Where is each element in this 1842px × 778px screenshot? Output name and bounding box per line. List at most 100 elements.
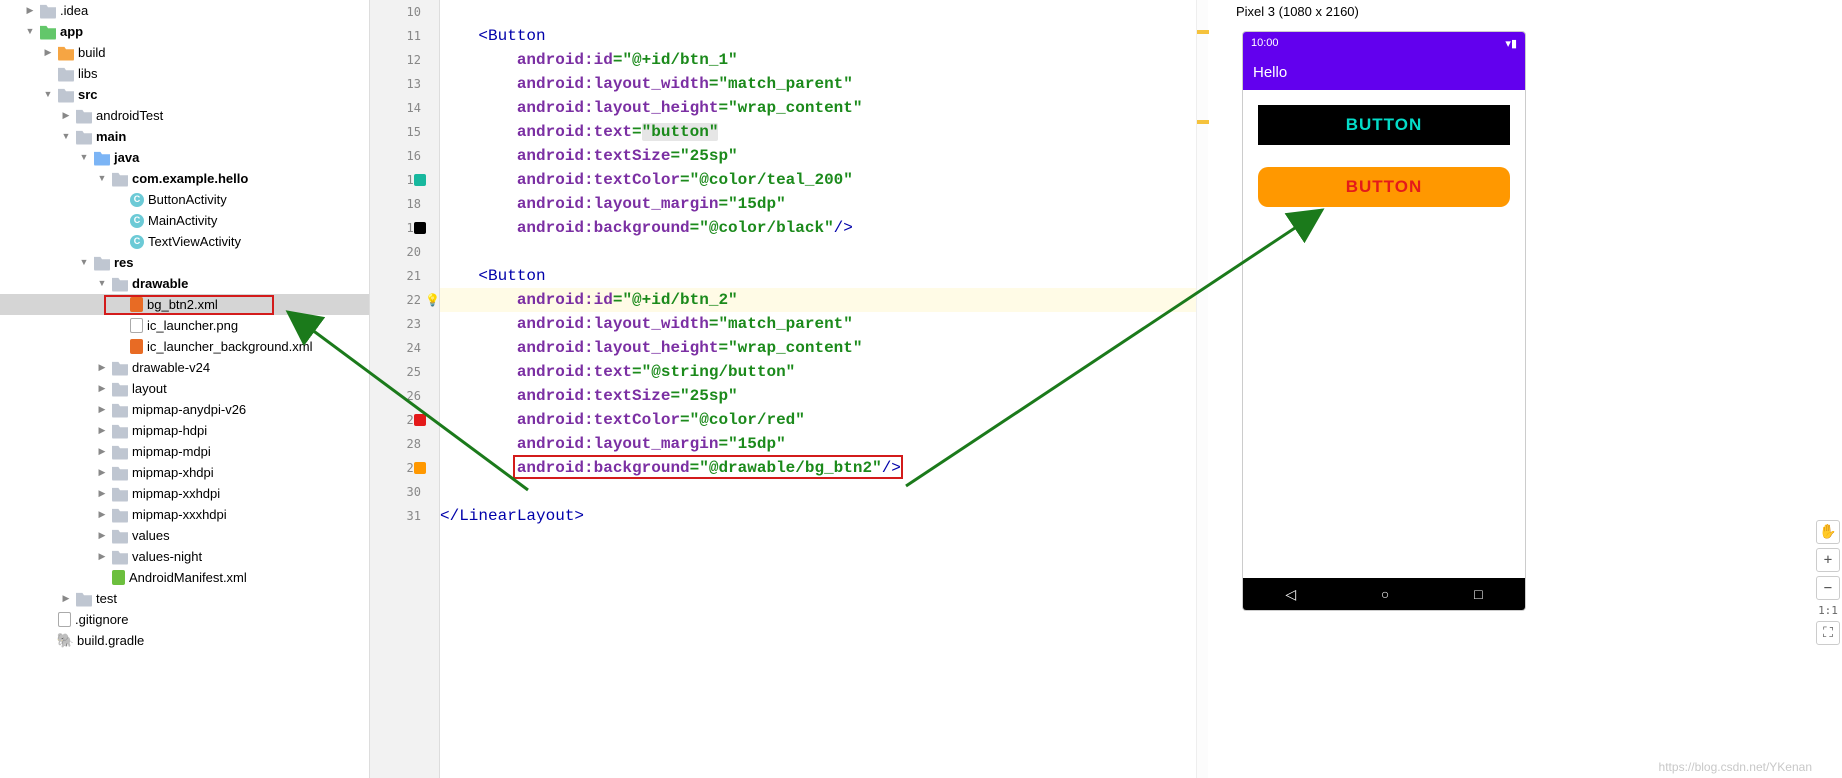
gutter-line[interactable]: 21 bbox=[370, 264, 439, 288]
gutter-line[interactable]: 18 bbox=[370, 192, 439, 216]
tree-item-values-night[interactable]: ▶values-night bbox=[0, 546, 369, 567]
gutter-line[interactable]: 14 bbox=[370, 96, 439, 120]
tree-item--gitignore[interactable]: ▶.gitignore bbox=[0, 609, 369, 630]
gutter-line[interactable]: 22💡 bbox=[370, 288, 439, 312]
tree-item-mipmap-anydpi-v26[interactable]: ▶mipmap-anydpi-v26 bbox=[0, 399, 369, 420]
chevron-right-icon[interactable]: ▶ bbox=[42, 42, 54, 63]
code-line[interactable] bbox=[440, 480, 1200, 504]
tree-item-main[interactable]: ▼main bbox=[0, 126, 369, 147]
gutter-line[interactable]: 10 bbox=[370, 0, 439, 24]
tree-item-app[interactable]: ▼app bbox=[0, 21, 369, 42]
gutter-line[interactable]: 30 bbox=[370, 480, 439, 504]
tree-item-textviewactivity[interactable]: ▶CTextViewActivity bbox=[0, 231, 369, 252]
code-line[interactable]: android:layout_height="wrap_content" bbox=[440, 96, 1200, 120]
chevron-down-icon[interactable]: ▼ bbox=[96, 273, 108, 294]
tree-item-build[interactable]: ▶build bbox=[0, 42, 369, 63]
chevron-right-icon[interactable]: ▶ bbox=[24, 0, 36, 21]
gutter-line[interactable]: 16 bbox=[370, 144, 439, 168]
tree-item-layout[interactable]: ▶layout bbox=[0, 378, 369, 399]
preview-button-2[interactable]: BUTTON bbox=[1258, 167, 1510, 207]
pan-tool-button[interactable]: ✋ bbox=[1816, 520, 1840, 544]
tree-item-androidmanifest-xml[interactable]: ▶AndroidManifest.xml bbox=[0, 567, 369, 588]
code-line[interactable]: android:layout_width="match_parent" bbox=[440, 72, 1200, 96]
tree-item-libs[interactable]: ▶libs bbox=[0, 63, 369, 84]
tree-item-drawable-v24[interactable]: ▶drawable-v24 bbox=[0, 357, 369, 378]
gutter-line[interactable]: 28 bbox=[370, 432, 439, 456]
chevron-down-icon[interactable]: ▼ bbox=[96, 168, 108, 189]
code-line[interactable]: android:background="@color/black"/> bbox=[440, 216, 1200, 240]
tree-item-src[interactable]: ▼src bbox=[0, 84, 369, 105]
code-line[interactable] bbox=[440, 240, 1200, 264]
code-line[interactable]: android:text="button" bbox=[440, 120, 1200, 144]
chevron-down-icon[interactable]: ▼ bbox=[78, 147, 90, 168]
code-line[interactable]: android:textColor="@color/red" bbox=[440, 408, 1200, 432]
code-line[interactable]: android:textColor="@color/teal_200" bbox=[440, 168, 1200, 192]
code-line[interactable]: android:textSize="25sp" bbox=[440, 144, 1200, 168]
gutter-line[interactable]: 13 bbox=[370, 72, 439, 96]
gutter-line[interactable]: 26 bbox=[370, 384, 439, 408]
tree-item-res[interactable]: ▼res bbox=[0, 252, 369, 273]
gutter-color-indicator-icon[interactable] bbox=[414, 222, 426, 234]
chevron-right-icon[interactable]: ▶ bbox=[60, 105, 72, 126]
tree-item-mipmap-mdpi[interactable]: ▶mipmap-mdpi bbox=[0, 441, 369, 462]
tree-item-mipmap-xxhdpi[interactable]: ▶mipmap-xxhdpi bbox=[0, 483, 369, 504]
chevron-right-icon[interactable]: ▶ bbox=[60, 588, 72, 609]
preview-button-1[interactable]: BUTTON bbox=[1258, 105, 1510, 145]
tree-item-mipmap-hdpi[interactable]: ▶mipmap-hdpi bbox=[0, 420, 369, 441]
editor-code[interactable]: <Button android:id="@+id/btn_1" android:… bbox=[440, 0, 1200, 778]
gutter-line[interactable]: 23 bbox=[370, 312, 439, 336]
zoom-in-button[interactable]: + bbox=[1816, 548, 1840, 572]
code-line[interactable]: android:layout_width="match_parent" bbox=[440, 312, 1200, 336]
tree-item--idea[interactable]: ▶.idea bbox=[0, 0, 369, 21]
chevron-down-icon[interactable]: ▼ bbox=[60, 126, 72, 147]
chevron-down-icon[interactable]: ▼ bbox=[24, 21, 36, 42]
nav-back-icon[interactable]: ◁ bbox=[1285, 586, 1296, 603]
tree-item-test[interactable]: ▶test bbox=[0, 588, 369, 609]
editor-marker-strip[interactable] bbox=[1196, 0, 1208, 778]
code-line[interactable]: android:background="@drawable/bg_btn2"/> bbox=[440, 456, 1200, 480]
gutter-line[interactable]: 25 bbox=[370, 360, 439, 384]
chevron-right-icon[interactable]: ▶ bbox=[96, 399, 108, 420]
gutter-color-indicator-icon[interactable] bbox=[414, 462, 426, 474]
chevron-right-icon[interactable]: ▶ bbox=[96, 546, 108, 567]
gutter-line[interactable]: 15 bbox=[370, 120, 439, 144]
tree-item-androidtest[interactable]: ▶androidTest bbox=[0, 105, 369, 126]
gutter-line[interactable]: 20 bbox=[370, 240, 439, 264]
project-tree[interactable]: ▶.idea▼app▶build▶libs▼src▶androidTest▼ma… bbox=[0, 0, 370, 778]
gutter-line[interactable]: 27 bbox=[370, 408, 439, 432]
code-line[interactable]: android:text="@string/button" bbox=[440, 360, 1200, 384]
gutter-line[interactable]: 11 bbox=[370, 24, 439, 48]
zoom-fit-button[interactable]: ⛶ bbox=[1816, 621, 1840, 645]
code-line[interactable]: </LinearLayout> bbox=[440, 504, 1200, 528]
chevron-right-icon[interactable]: ▶ bbox=[96, 483, 108, 504]
code-line[interactable]: <Button bbox=[440, 264, 1200, 288]
intention-bulb-icon[interactable]: 💡 bbox=[425, 288, 439, 312]
chevron-right-icon[interactable]: ▶ bbox=[96, 420, 108, 441]
gutter-color-indicator-icon[interactable] bbox=[414, 414, 426, 426]
chevron-right-icon[interactable]: ▶ bbox=[96, 525, 108, 546]
tree-item-mipmap-xhdpi[interactable]: ▶mipmap-xhdpi bbox=[0, 462, 369, 483]
gutter-line[interactable]: 24 bbox=[370, 336, 439, 360]
code-line[interactable] bbox=[440, 0, 1200, 24]
chevron-down-icon[interactable]: ▼ bbox=[42, 84, 54, 105]
gutter-line[interactable]: 19 bbox=[370, 216, 439, 240]
tree-item-mipmap-xxxhdpi[interactable]: ▶mipmap-xxxhdpi bbox=[0, 504, 369, 525]
zoom-out-button[interactable]: − bbox=[1816, 576, 1840, 600]
tree-item-ic-launcher-png[interactable]: ▶ic_launcher.png bbox=[0, 315, 369, 336]
tree-item-values[interactable]: ▶values bbox=[0, 525, 369, 546]
tree-item-com-example-hello[interactable]: ▼com.example.hello bbox=[0, 168, 369, 189]
code-line[interactable]: <Button bbox=[440, 24, 1200, 48]
chevron-right-icon[interactable]: ▶ bbox=[96, 462, 108, 483]
chevron-right-icon[interactable]: ▶ bbox=[96, 357, 108, 378]
tree-item-ic-launcher-background-xml[interactable]: ▶ic_launcher_background.xml bbox=[0, 336, 369, 357]
tree-item-bg-btn2-xml[interactable]: ▶bg_btn2.xml bbox=[0, 294, 369, 315]
gutter-line[interactable]: 12 bbox=[370, 48, 439, 72]
tree-item-buttonactivity[interactable]: ▶CButtonActivity bbox=[0, 189, 369, 210]
code-line[interactable]: android:id="@+id/btn_2" bbox=[440, 288, 1200, 312]
code-line[interactable]: android:layout_margin="15dp" bbox=[440, 432, 1200, 456]
code-line[interactable]: android:layout_margin="15dp" bbox=[440, 192, 1200, 216]
chevron-right-icon[interactable]: ▶ bbox=[96, 441, 108, 462]
code-line[interactable]: android:id="@+id/btn_1" bbox=[440, 48, 1200, 72]
nav-home-icon[interactable]: ○ bbox=[1381, 586, 1389, 602]
gutter-line[interactable]: 29 bbox=[370, 456, 439, 480]
